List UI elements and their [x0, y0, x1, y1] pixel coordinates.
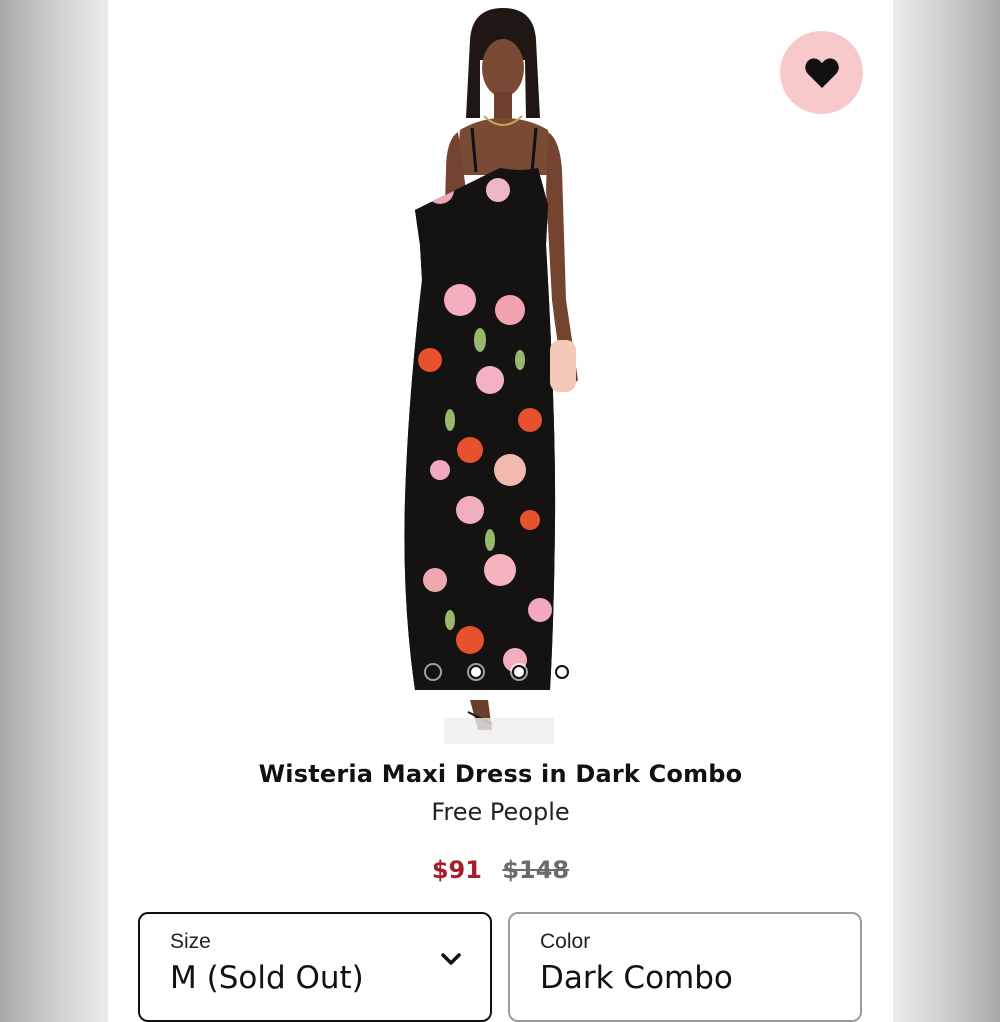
gallery-dot-2[interactable]: [469, 665, 483, 679]
favorite-button[interactable]: [780, 31, 863, 114]
original-price: $148: [502, 856, 570, 884]
gallery-dot-4[interactable]: [555, 665, 569, 679]
color-select-label: Color: [540, 930, 591, 953]
product-brand[interactable]: Free People: [108, 798, 893, 826]
color-select-value: Dark Combo: [540, 960, 733, 996]
sale-price: $91: [431, 856, 482, 884]
price-row: $91 $148: [108, 856, 893, 884]
size-select-label: Size: [170, 930, 211, 953]
gallery-dot-1[interactable]: [426, 665, 440, 679]
product-image[interactable]: [400, 0, 600, 750]
product-title: Wisteria Maxi Dress in Dark Combo: [258, 760, 743, 788]
chevron-down-icon: [441, 953, 461, 965]
color-select[interactable]: Color Dark Combo: [508, 912, 862, 1022]
product-card: Wisteria Maxi Dress in Dark Combo Free P…: [108, 0, 893, 1022]
heart-icon: [804, 57, 839, 88]
gallery-dot-3[interactable]: [512, 665, 526, 679]
size-select-value: M (Sold Out): [170, 960, 364, 996]
gallery-pagination: [426, 664, 576, 680]
size-select[interactable]: Size M (Sold Out): [138, 912, 492, 1022]
